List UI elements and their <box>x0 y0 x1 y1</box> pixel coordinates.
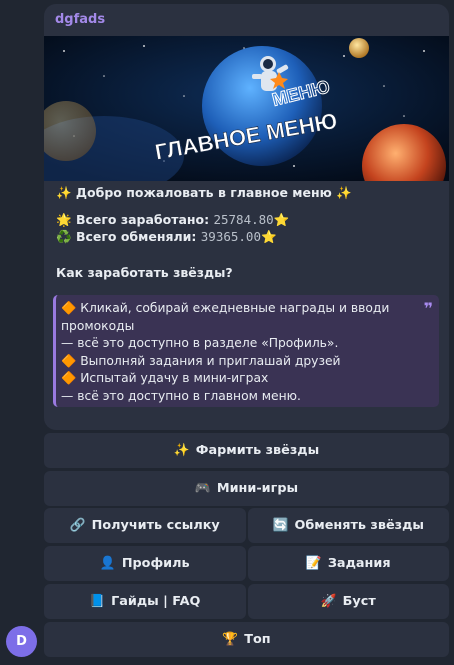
book-icon: 📘 <box>89 594 106 609</box>
exchanged-label: Всего обменяли: <box>75 229 197 244</box>
exchanged-value: 39365.00 <box>200 229 261 244</box>
how-title: Как заработать звёзды? <box>56 265 233 280</box>
message-text: ✨ Добро пожаловать в главное меню ✨ 🌟 Вс… <box>56 185 439 282</box>
sparkles-icon: ✨ <box>173 443 190 458</box>
recycle-icon: ♻️ <box>56 229 72 244</box>
refresh-icon: 🔄 <box>272 518 289 533</box>
tasks-label: Задания <box>327 556 391 571</box>
quote-line: — всё это доступно в главном меню. <box>61 388 301 403</box>
banner-image: МЕНЮ ГЛАВНОЕ МЕНЮ <box>44 36 449 181</box>
tasks-button[interactable]: 📝 Задания <box>247 546 449 581</box>
rocket-icon: 🚀 <box>320 594 337 609</box>
quote-line: 🔶 Выполняй задания и приглашай друзей <box>61 353 341 368</box>
exchanged-row: ♻️ Всего обменяли: 39365.00⭐ <box>56 229 439 246</box>
keyboard-row-6: 🏆 Топ <box>44 622 449 657</box>
get-link-label: Получить ссылку <box>91 518 220 533</box>
profile-button[interactable]: 👤 Профиль <box>44 546 246 581</box>
earned-label: Всего заработано: <box>75 212 210 227</box>
minigames-button[interactable]: 🎮 Мини-игры <box>44 471 449 506</box>
avatar[interactable]: D <box>6 626 37 657</box>
keyboard-row-2: 🎮 Мини-игры <box>44 471 449 506</box>
guides-faq-label: Гайды | FAQ <box>111 594 201 609</box>
quote-line: 🔶 Испытай удачу в мини-играх <box>61 371 269 385</box>
link-icon: 🔗 <box>69 518 86 533</box>
farm-stars-button[interactable]: ✨ Фармить звёзды <box>44 433 449 468</box>
star-icon: ⭐ <box>261 229 277 244</box>
sender-name[interactable]: dgfads <box>55 12 105 27</box>
message-bubble: dgfads МЕНЮ ГЛАВНОЕ МЕНЮ ✨ Добро пожалов… <box>44 4 449 430</box>
quote-text: 🔶 Кликай, собирай ежедневные награды и в… <box>61 300 423 405</box>
trophy-icon: 🏆 <box>222 632 239 647</box>
earned-value: 25784.80 <box>213 212 274 227</box>
keyboard-row-1: ✨ Фармить звёзды <box>44 433 449 468</box>
welcome-line: ✨ Добро пожаловать в главное меню ✨ <box>56 185 352 200</box>
memo-icon: 📝 <box>305 556 322 571</box>
gamepad-icon: 🎮 <box>194 481 211 496</box>
get-link-button[interactable]: 🔗 Получить ссылку <box>44 508 246 543</box>
top-label: Топ <box>244 632 271 647</box>
boost-button[interactable]: 🚀 Буст <box>247 584 449 619</box>
top-button[interactable]: 🏆 Топ <box>44 622 449 657</box>
star-icon: 🌟 <box>56 212 72 227</box>
quote-line: — всё это доступно в разделе «Профиль». <box>61 336 339 350</box>
minigames-label: Мини-игры <box>216 481 299 496</box>
person-icon: 👤 <box>99 556 116 571</box>
blockquote: 🔶 Кликай, собирай ежедневные награды и в… <box>53 295 439 407</box>
exchange-stars-label: Обменять звёзды <box>294 518 424 533</box>
guides-faq-button[interactable]: 📘 Гайды | FAQ <box>44 584 246 619</box>
exchange-stars-button[interactable]: 🔄 Обменять звёзды <box>247 508 449 543</box>
farm-stars-label: Фармить звёзды <box>195 443 320 458</box>
keyboard-row-3: 🔗 Получить ссылку 🔄 Обменять звёзды <box>44 508 449 543</box>
quote-line: 🔶 Кликай, собирай ежедневные награды и в… <box>61 301 390 333</box>
star-icon: ⭐ <box>273 212 290 227</box>
quote-mark-icon: ❞ <box>423 299 433 318</box>
keyboard-row-4: 👤 Профиль 📝 Задания <box>44 546 449 581</box>
earned-row: 🌟 Всего заработано: 25784.80⭐ <box>56 212 439 229</box>
boost-label: Буст <box>342 594 376 609</box>
profile-label: Профиль <box>121 556 190 571</box>
keyboard-row-5: 📘 Гайды | FAQ 🚀 Буст <box>44 584 449 619</box>
